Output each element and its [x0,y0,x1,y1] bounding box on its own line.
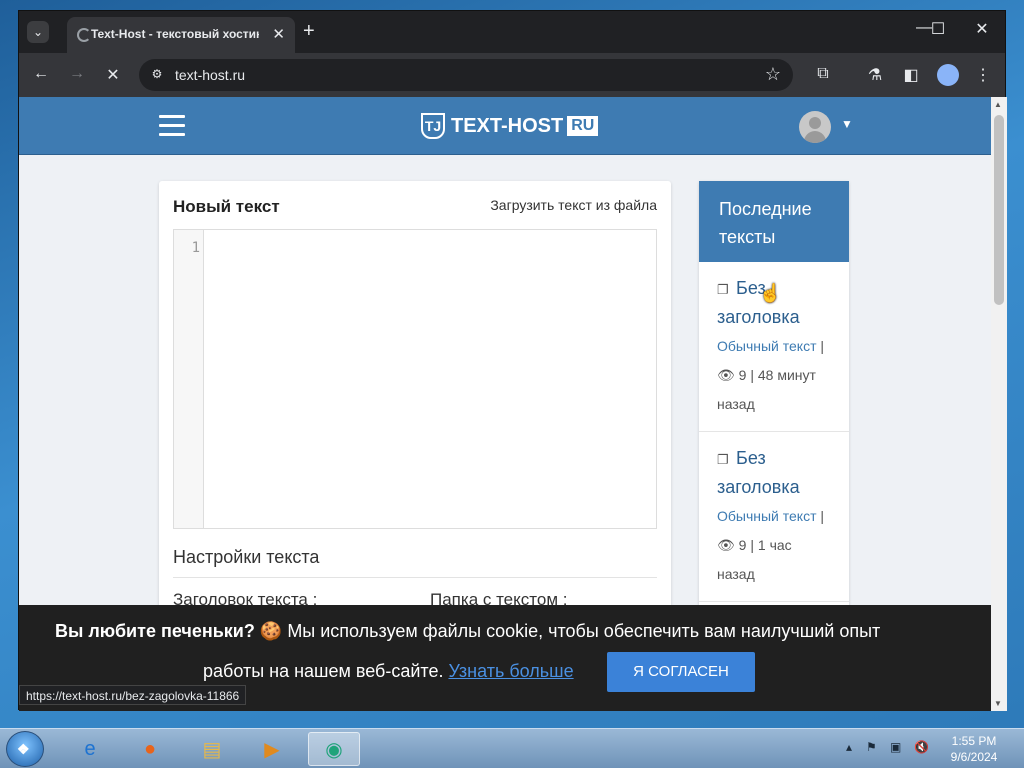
clock-date: 9/6/2024 [950,750,998,764]
eye-icon: 👁 [717,537,735,553]
tab-search-button[interactable]: ⌄ [27,21,49,43]
address-bar[interactable]: ⚙ text-host.ru ☆ [139,59,793,91]
cookie-message-line1: Вы любите печеньки? 🍪 Мы используем файл… [55,621,880,642]
eye-icon: 👁 [717,367,735,383]
document-icon: ❐ [717,282,729,297]
learn-more-link[interactable]: Узнать больше [448,661,573,681]
explorer-icon[interactable]: ▤ [186,732,238,766]
forward-arrow-icon[interactable]: → [65,65,89,83]
bookmark-star-icon[interactable]: ☆ [765,64,781,85]
cookie-text-part1: Мы используем файлы cookie, чтобы обеспе… [287,621,881,641]
settings-title: Настройки текста [173,547,320,567]
cookie-text-part2: работы на нашем веб-сайте. [203,661,444,681]
cookie-question: Вы любите печеньки? [55,621,255,641]
cookie-emoji-icon: 🍪 [259,621,283,641]
card-title: Новый текст [173,197,280,216]
maximize-button[interactable]: ☐ [923,19,953,39]
ie-icon[interactable]: e [64,732,116,766]
firefox-icon[interactable]: ● [124,732,176,766]
action-center-flag-icon[interactable]: ⚑ [866,740,877,754]
extensions-icon[interactable]: ⧉ [811,65,835,83]
recent-item-meta: Обычный текст | 👁 9 | 1 час назад [717,508,825,582]
site-info-icon[interactable]: ⚙ [149,67,165,83]
browser-toolbar: ← → ✕ ⚙ text-host.ru ☆ ⧉ ⚗ ◧ ⋮ [19,53,1005,97]
browser-window: ⌄ Text-Host - текстовый хостинг ✕ + — ☐ … [18,10,1007,711]
accept-cookies-button[interactable]: Я СОГЛАСЕН [607,652,755,692]
hamburger-menu-icon[interactable] [159,115,185,142]
document-icon: ❐ [717,452,729,467]
tray-expand-icon[interactable]: ▴ [846,740,852,754]
loading-spinner-icon [77,28,91,42]
recent-item: ❐ Без заголовка Обычный текст | 👁 9 | 1 … [699,432,849,602]
profile-avatar-icon[interactable] [937,64,959,86]
scrollbar-thumb[interactable] [994,115,1004,305]
hand-cursor-icon: ☝ [759,283,782,303]
user-dropdown-caret-icon[interactable]: ▼ [841,117,853,131]
stop-loading-icon[interactable]: ✕ [101,65,125,85]
windows-taskbar: ❖ e ● ▤ ▶ ◉ ▴ ⚑ ▣ 🔇 1:55 PM 9/6/2024 [0,728,1024,768]
line-gutter: 1 [174,230,204,528]
network-icon[interactable]: ▣ [890,740,901,754]
view-count: 9 [738,367,747,383]
new-tab-button[interactable]: + [303,20,315,43]
site-header: TJ TEXT-HOST RU ▼ [19,97,991,155]
tab-title: Text-Host - текстовый хостинг [91,27,259,41]
system-clock[interactable]: 1:55 PM 9/6/2024 [946,733,1002,765]
start-button[interactable]: ❖ [6,731,44,767]
media-player-icon[interactable]: ▶ [246,732,298,766]
menu-dots-icon[interactable]: ⋮ [971,65,995,85]
text-editor[interactable]: 1 [173,229,657,529]
back-arrow-icon[interactable]: ← [29,65,53,83]
page-scrollbar[interactable]: ▲ ▼ [991,97,1007,711]
logo-ru: RU [567,116,599,136]
site-logo[interactable]: TJ TEXT-HOST RU [421,112,599,140]
line-number: 1 [191,240,200,256]
scroll-up-arrow-icon[interactable]: ▲ [994,100,1002,109]
recent-item-meta: Обычный текст | 👁 9 | 48 минут назад [717,338,825,412]
labs-flask-icon[interactable]: ⚗ [863,65,887,85]
active-app-icon[interactable]: ◉ [308,732,360,766]
volume-muted-icon[interactable]: 🔇 [914,740,929,754]
clock-time: 1:55 PM [951,734,997,748]
scroll-down-arrow-icon[interactable]: ▼ [994,699,1002,708]
side-panel-icon[interactable]: ◧ [899,65,923,85]
text-type-link[interactable]: Обычный текст [717,338,817,354]
recent-item-title[interactable]: ❐ Без заголовка [717,444,831,502]
tab-bar: ⌄ Text-Host - текстовый хостинг ✕ + — ☐ … [19,11,1005,53]
windows-logo-icon: ❖ [17,741,30,757]
divider [173,577,657,578]
tab-close-icon[interactable]: ✕ [272,25,285,43]
logo-badge: TJ [421,113,445,139]
url-text: text-host.ru [175,67,246,83]
page-viewport: TJ TEXT-HOST RU ▼ Новый текст Загрузить … [19,97,991,711]
upload-from-file-link[interactable]: Загрузить текст из файла [490,197,657,213]
text-type-link[interactable]: Обычный текст [717,508,817,524]
logo-text: TEXT-HOST [451,114,564,137]
close-window-button[interactable]: ✕ [967,19,997,39]
user-avatar[interactable] [799,111,831,143]
tab-active[interactable]: Text-Host - текстовый хостинг ✕ [67,17,295,53]
recent-texts-heading: Последние тексты [699,181,849,262]
status-bar-url: https://text-host.ru/bez-zagolovka-11866 [19,685,247,705]
view-count: 9 [738,537,747,553]
cookie-message-line2: работы на нашем веб-сайте. Узнать больше [203,661,574,682]
